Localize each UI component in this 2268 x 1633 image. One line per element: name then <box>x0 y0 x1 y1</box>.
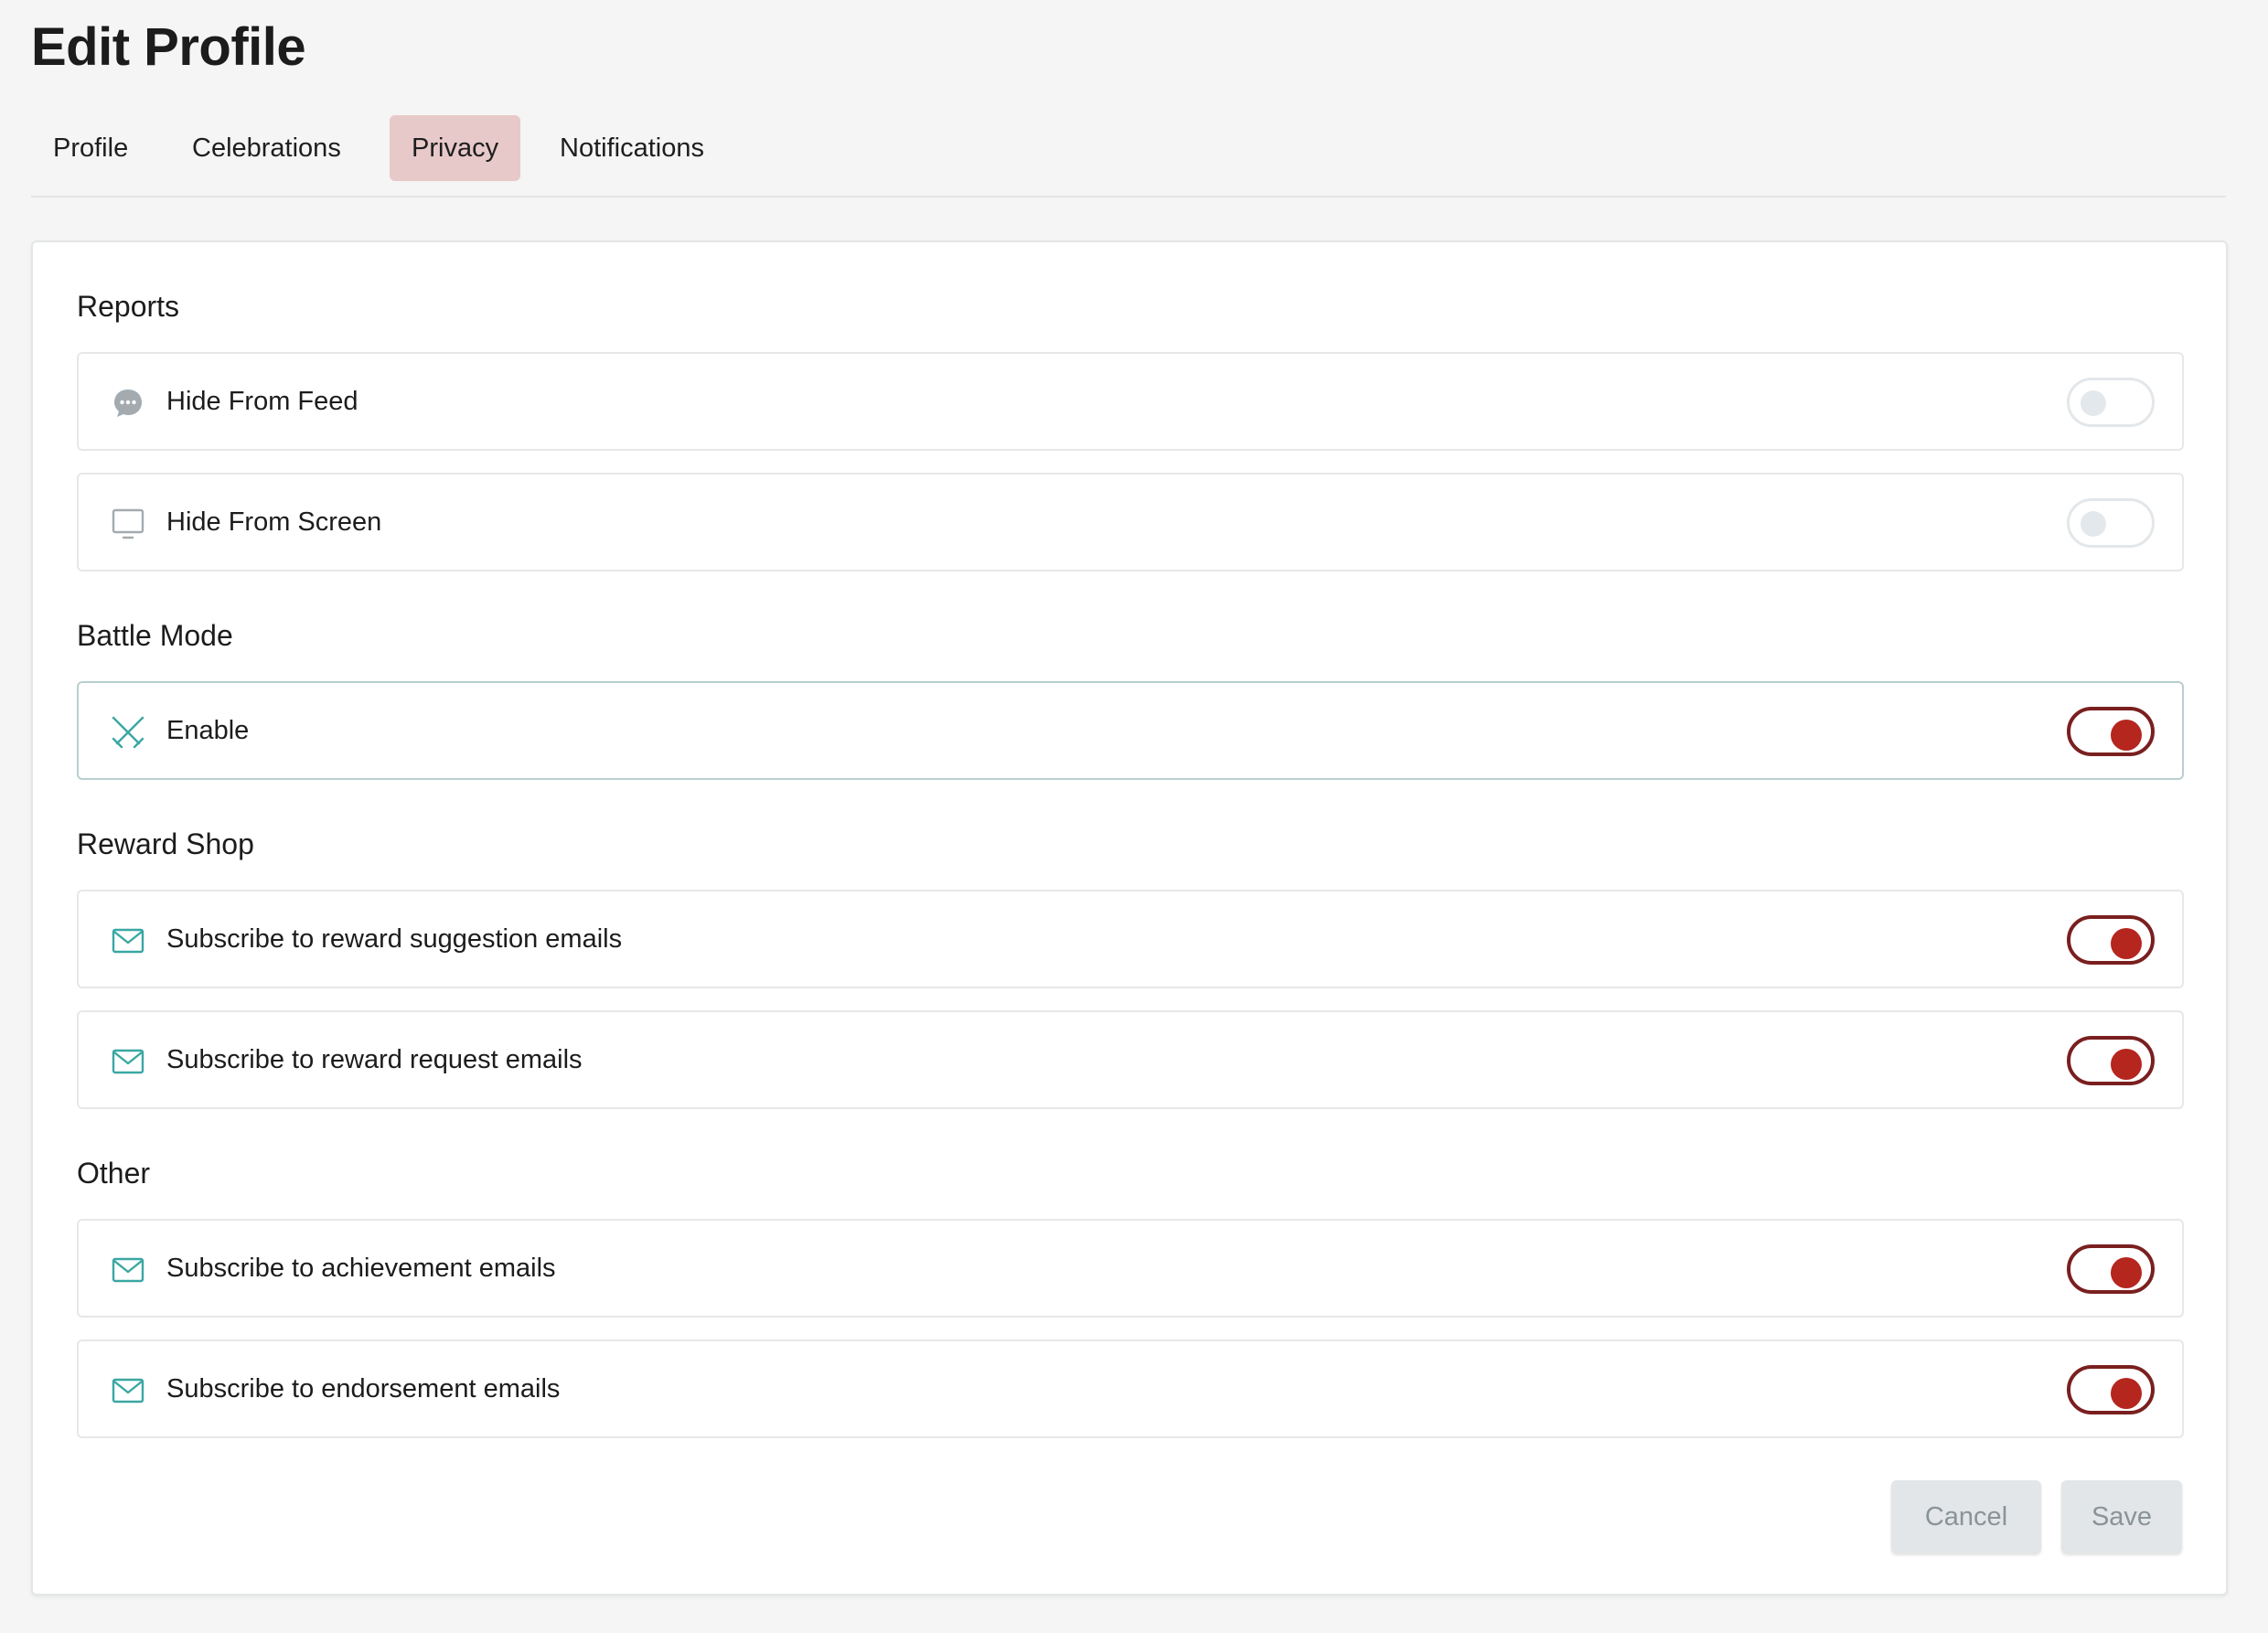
setting-row-endorsement-emails: Subscribe to endorsement emails <box>77 1339 2184 1438</box>
setting-row-reward-request-emails: Subscribe to reward request emails <box>77 1010 2184 1109</box>
monitor-icon <box>110 506 146 542</box>
toggle-knob <box>2111 1257 2142 1288</box>
endorsement-emails-toggle[interactable] <box>2067 1365 2155 1414</box>
battle-mode-toggle[interactable] <box>2067 707 2155 756</box>
section-title-reward-shop: Reward Shop <box>77 827 254 860</box>
envelope-icon <box>110 923 146 959</box>
envelope-icon <box>110 1252 146 1288</box>
achievement-emails-toggle[interactable] <box>2067 1244 2155 1294</box>
hide-from-screen-toggle[interactable] <box>2067 498 2155 548</box>
setting-label: Subscribe to endorsement emails <box>166 1374 561 1404</box>
tab-celebrations[interactable]: Celebrations <box>170 115 363 181</box>
setting-label: Subscribe to reward request emails <box>166 1045 583 1074</box>
setting-row-reward-suggestion-emails: Subscribe to reward suggestion emails <box>77 890 2184 988</box>
save-button[interactable]: Save <box>2061 1480 2182 1553</box>
envelope-icon <box>110 1372 146 1409</box>
section-title-reports: Reports <box>77 290 180 323</box>
chat-bubble-icon <box>110 385 146 422</box>
tab-notifications[interactable]: Notifications <box>538 115 726 181</box>
reward-request-emails-toggle[interactable] <box>2067 1036 2155 1085</box>
setting-row-battle-mode-enable: Enable <box>77 681 2184 780</box>
tab-bar: Profile Celebrations Privacy Notificatio… <box>31 115 2226 197</box>
setting-label: Subscribe to reward suggestion emails <box>166 924 623 954</box>
toggle-knob <box>2111 720 2142 751</box>
hide-from-feed-toggle[interactable] <box>2067 378 2155 427</box>
setting-label: Subscribe to achievement emails <box>166 1254 556 1283</box>
section-title-other: Other <box>77 1157 151 1190</box>
envelope-icon <box>110 1043 146 1080</box>
reward-suggestion-emails-toggle[interactable] <box>2067 915 2155 965</box>
setting-row-achievement-emails: Subscribe to achievement emails <box>77 1219 2184 1318</box>
setting-row-hide-from-feed: Hide From Feed <box>77 352 2184 451</box>
cancel-button[interactable]: Cancel <box>1891 1480 2041 1553</box>
tab-profile[interactable]: Profile <box>31 115 150 181</box>
privacy-settings-card: Reports Hide From Feed Hide From Screen … <box>31 240 2228 1596</box>
setting-label: Hide From Screen <box>166 507 382 537</box>
toggle-knob <box>2081 390 2106 416</box>
section-title-battle-mode: Battle Mode <box>77 619 233 652</box>
toggle-knob <box>2111 1049 2142 1080</box>
setting-label: Hide From Feed <box>166 387 358 416</box>
setting-label: Enable <box>166 716 250 745</box>
toggle-knob <box>2081 511 2106 537</box>
crossed-swords-icon <box>110 714 146 751</box>
setting-row-hide-from-screen: Hide From Screen <box>77 473 2184 571</box>
tab-privacy[interactable]: Privacy <box>390 115 521 181</box>
page-title: Edit Profile <box>31 17 306 77</box>
edit-profile-page: Edit Profile Profile Celebrations Privac… <box>0 0 2268 1633</box>
toggle-knob <box>2111 928 2142 959</box>
toggle-knob <box>2111 1378 2142 1409</box>
